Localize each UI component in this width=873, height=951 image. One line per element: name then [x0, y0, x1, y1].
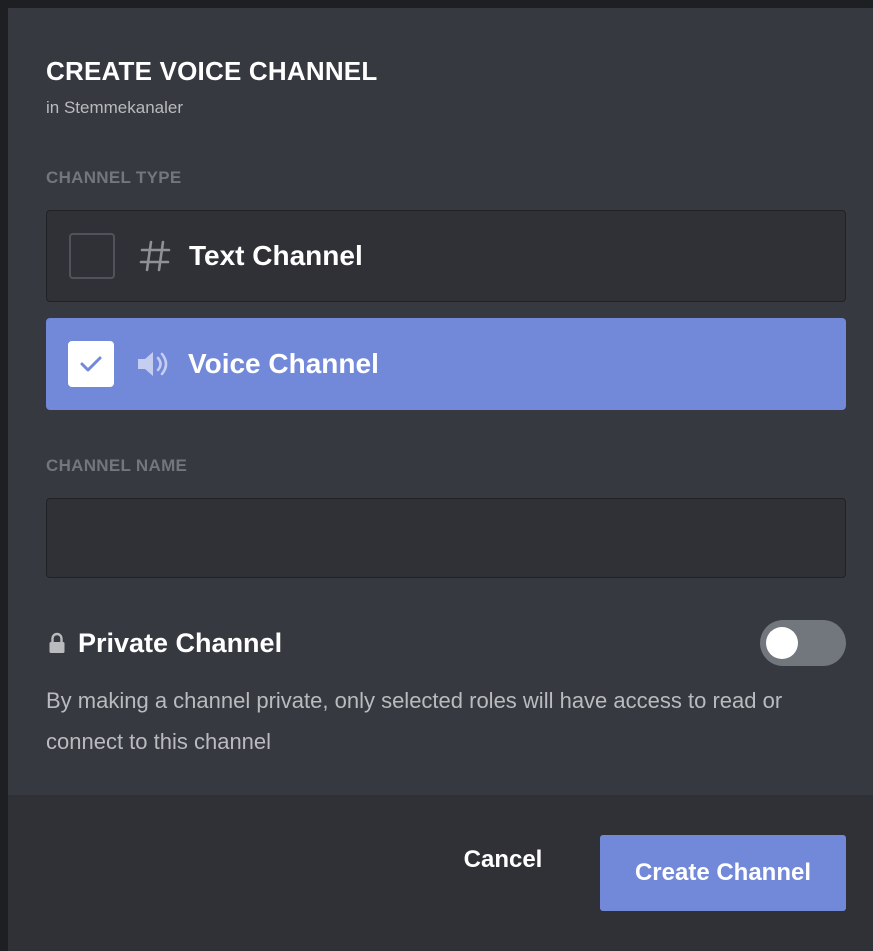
channel-name-label: CHANNEL NAME	[46, 456, 188, 475]
modal-title: CREATE VOICE CHANNEL	[46, 56, 378, 86]
text-channel-checkbox[interactable]	[69, 233, 115, 279]
voice-channel-label: Voice Channel	[188, 348, 379, 379]
text-channel-label: Text Channel	[189, 240, 363, 271]
voice-channel-option[interactable]: Voice Channel	[46, 318, 846, 410]
private-channel-label: Private Channel	[78, 627, 283, 658]
text-channel-option[interactable]: Text Channel	[46, 210, 846, 302]
checkmark-icon	[80, 356, 102, 372]
window-left-edge	[0, 0, 8, 951]
channel-name-input[interactable]	[46, 498, 846, 578]
private-channel-row: Private Channel	[46, 620, 846, 666]
toggle-knob	[766, 627, 798, 659]
speaker-icon	[134, 344, 174, 384]
lock-icon	[46, 630, 68, 656]
modal-footer: Cancel Create Channel	[8, 795, 873, 951]
window-top-edge	[0, 0, 873, 8]
channel-type-label: CHANNEL TYPE	[46, 168, 182, 187]
create-channel-modal: CREATE VOICE CHANNEL in Stemmekanaler CH…	[8, 8, 873, 951]
private-channel-description: By making a channel private, only select…	[46, 688, 783, 754]
hash-icon	[135, 236, 175, 276]
private-channel-toggle[interactable]	[760, 620, 846, 666]
voice-channel-checkbox[interactable]	[68, 341, 114, 387]
modal-subtitle: in Stemmekanaler	[46, 98, 184, 117]
cancel-button[interactable]: Cancel	[448, 835, 558, 885]
create-channel-button[interactable]: Create Channel	[600, 835, 846, 911]
